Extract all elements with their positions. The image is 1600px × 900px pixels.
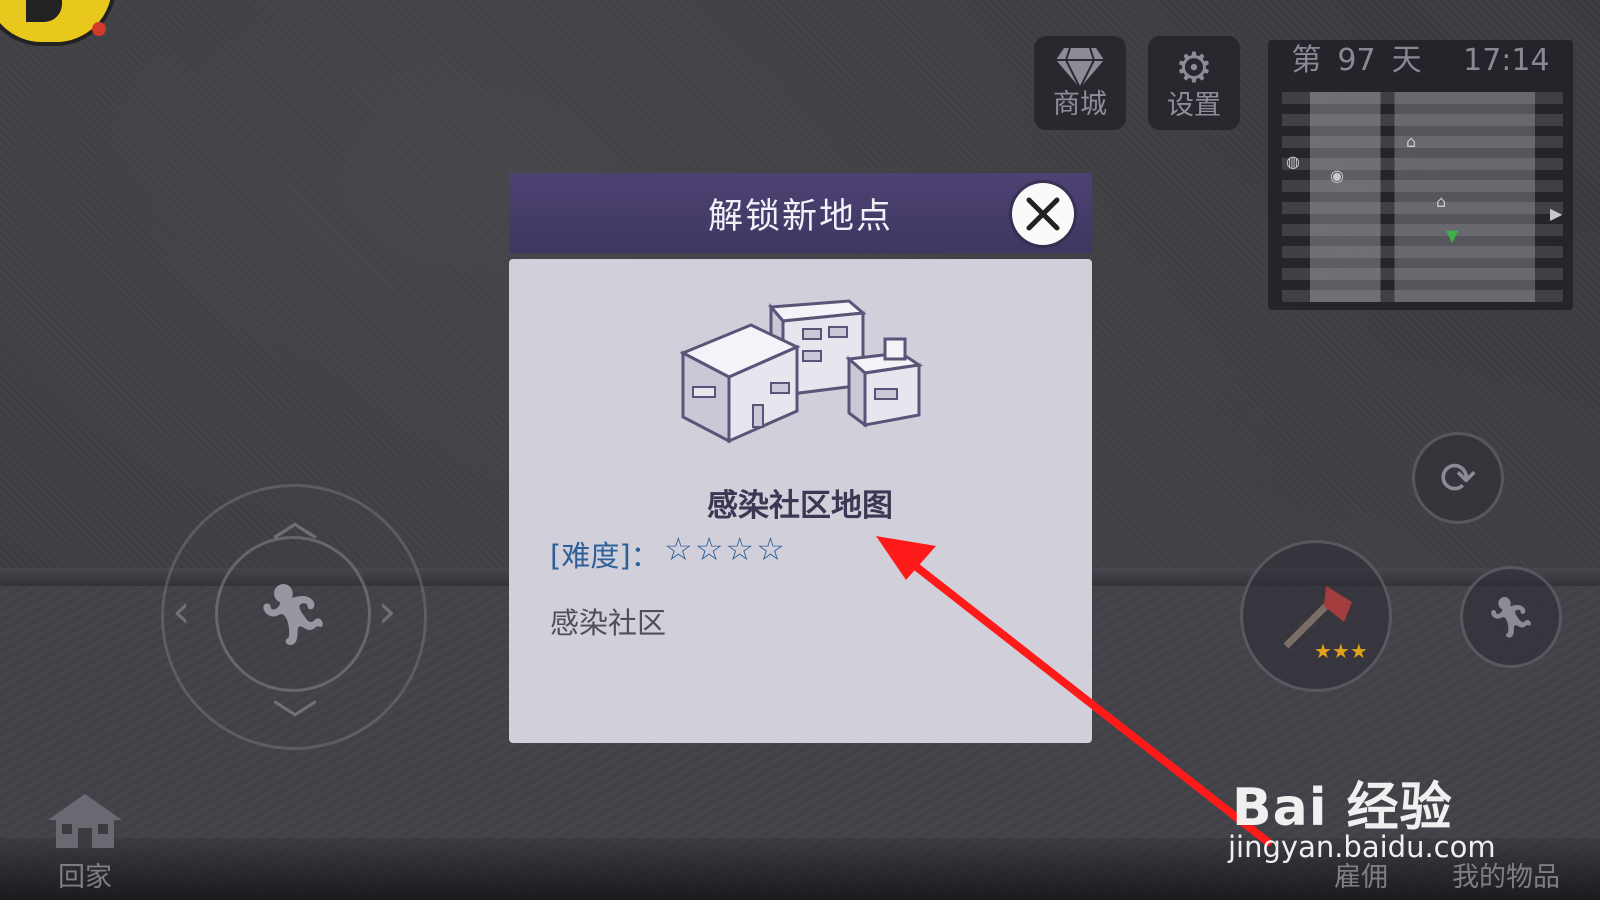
- watermark-url: jingyan.baidu.com: [1228, 830, 1496, 864]
- baidu-watermark: Bai 经验: [1232, 778, 1453, 838]
